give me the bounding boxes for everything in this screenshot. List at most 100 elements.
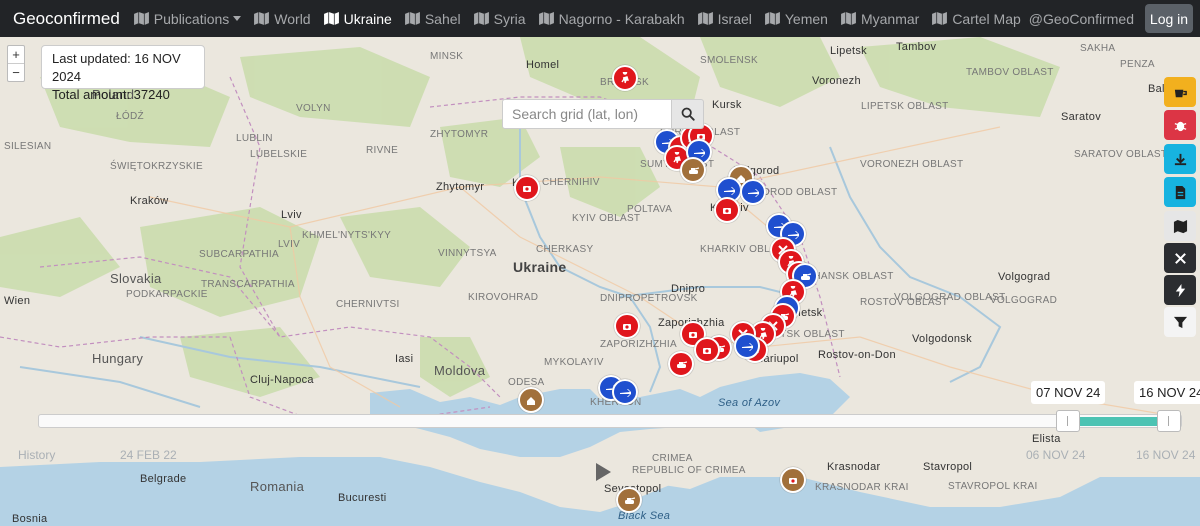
twitter-handle-link[interactable]: @GeoConfirmed bbox=[1029, 0, 1134, 37]
map-label-region: CHERNIHIV bbox=[542, 177, 600, 188]
search-grid-input[interactable] bbox=[502, 99, 672, 129]
nav-item-israel[interactable]: Israel bbox=[697, 10, 752, 27]
event-marker[interactable] bbox=[680, 157, 706, 183]
nav-item-sahel[interactable]: Sahel bbox=[404, 10, 461, 27]
map-label-citie: Homel bbox=[526, 59, 560, 71]
nav-item-label: Sahel bbox=[424, 10, 461, 27]
event-marker[interactable] bbox=[694, 337, 720, 363]
nav-item-label: Yemen bbox=[784, 10, 828, 27]
nav-item-myanmar[interactable]: Myanmar bbox=[841, 11, 919, 27]
timeline-axis-from: 06 NOV 24 bbox=[1026, 448, 1086, 462]
map-label-citie: Voronezh bbox=[812, 75, 861, 87]
toolbar-bug-button[interactable] bbox=[1164, 110, 1196, 140]
map-label-citie: Saratov bbox=[1061, 111, 1102, 123]
nav-item-label: Ukraine bbox=[343, 10, 392, 27]
bug-icon bbox=[1174, 121, 1186, 131]
map-label-region: LUBELSKIE bbox=[250, 149, 308, 160]
event-marker[interactable] bbox=[518, 387, 544, 413]
cam-icon bbox=[723, 208, 731, 214]
map-label-citie: Zhytomyr bbox=[436, 181, 485, 193]
map-label-region: TAMBOV OBLAST bbox=[966, 67, 1054, 78]
nav-item-label: Nagorno - Karabakh bbox=[558, 10, 685, 27]
search-grid bbox=[502, 99, 704, 129]
map-label-citie: Volgodonsk bbox=[912, 333, 972, 345]
toolbar-map-button[interactable] bbox=[1164, 211, 1196, 241]
map-label-citie: Stavropol bbox=[923, 461, 973, 473]
map-icon bbox=[1173, 219, 1187, 233]
nav-item-ukraine[interactable]: Ukraine bbox=[323, 10, 392, 27]
nav-item-nagorno-karabakh[interactable]: Nagorno - Karabakh bbox=[538, 10, 685, 27]
map-label-countrie: Romania bbox=[250, 479, 305, 494]
timeline-start-handle[interactable] bbox=[1056, 410, 1080, 432]
nav-item-label: Syria bbox=[493, 10, 526, 27]
map-icon bbox=[473, 12, 489, 25]
map-label-region: KHMEL'NYTS'KYY bbox=[302, 230, 392, 241]
brand-logo[interactable]: Geoconfirmed bbox=[13, 9, 120, 29]
download-icon bbox=[1174, 153, 1186, 165]
map-label-region: CRIMEA bbox=[652, 453, 693, 464]
event-marker[interactable] bbox=[740, 179, 766, 205]
plane-icon bbox=[748, 189, 759, 197]
event-marker[interactable] bbox=[612, 65, 638, 91]
toolbar-download-button[interactable] bbox=[1164, 144, 1196, 174]
login-button[interactable]: Log in bbox=[1145, 4, 1193, 33]
play-icon[interactable] bbox=[596, 463, 611, 481]
lightning-icon bbox=[1175, 283, 1185, 297]
nav-item-yemen[interactable]: Yemen bbox=[764, 10, 828, 27]
map-label-region: CHERNIVTSI bbox=[336, 299, 400, 310]
nav-item-world[interactable]: World bbox=[254, 11, 311, 27]
toolbar-file-button[interactable] bbox=[1164, 177, 1196, 207]
event-marker[interactable] bbox=[714, 197, 740, 223]
event-marker[interactable] bbox=[616, 487, 642, 513]
timeline-axis-history: History bbox=[18, 448, 56, 462]
event-marker[interactable] bbox=[612, 379, 638, 405]
event-marker[interactable] bbox=[668, 351, 694, 377]
cam-icon bbox=[703, 348, 711, 354]
zoom-out-button[interactable]: − bbox=[8, 63, 24, 81]
toolbar-coffee-button[interactable] bbox=[1164, 77, 1196, 107]
map-label-region: RIVNE bbox=[366, 145, 399, 156]
map-icon bbox=[932, 12, 948, 25]
search-button[interactable] bbox=[672, 99, 704, 129]
plane-icon bbox=[724, 187, 735, 195]
map-label-citie: Wien bbox=[4, 295, 31, 307]
total-amount-text: Total amount: 37240 bbox=[52, 87, 170, 102]
map-label-region: REPUBLIC OF CRIMEA bbox=[632, 465, 746, 476]
map-label-region: LIPETSK OBLAST bbox=[861, 101, 949, 112]
timeline-track[interactable] bbox=[38, 414, 1182, 428]
plane-icon bbox=[742, 343, 753, 351]
event-marker[interactable] bbox=[514, 175, 540, 201]
event-marker[interactable] bbox=[614, 313, 640, 339]
map-icon bbox=[697, 12, 713, 25]
nav-item-label: Cartel Map bbox=[952, 10, 1021, 27]
event-marker[interactable] bbox=[734, 333, 760, 359]
plane-icon bbox=[620, 389, 631, 397]
timeline-end-tooltip: 16 NOV 24 bbox=[1134, 381, 1200, 404]
nav-item-publications[interactable]: Publications bbox=[133, 10, 242, 27]
nav-item-label: Publications bbox=[153, 10, 230, 27]
toolbar-crossed-tools-button[interactable] bbox=[1164, 243, 1196, 273]
map-label-region: KIROVOHRAD bbox=[468, 292, 539, 303]
nav-item-label: Israel bbox=[717, 10, 752, 27]
map-label-region: VOLGOGRAD OBLAST bbox=[894, 292, 1006, 303]
toolbar-filter-button[interactable] bbox=[1164, 307, 1196, 337]
map-label-region: MYKOLAYIV bbox=[544, 357, 604, 368]
map-label-citie: Krasnodar bbox=[827, 461, 881, 473]
map-icon bbox=[254, 12, 270, 25]
house-icon bbox=[527, 397, 535, 405]
map-label-region: LUBLIN bbox=[236, 133, 273, 144]
map-label-citie: Rostov-on-Don bbox=[818, 349, 896, 361]
timeline-end-handle[interactable] bbox=[1157, 410, 1181, 432]
map-label-citie: Kursk bbox=[712, 99, 742, 111]
nav-item-cartel-map[interactable]: Cartel Map bbox=[932, 10, 1021, 27]
event-marker[interactable] bbox=[780, 467, 806, 493]
zoom-in-button[interactable]: + bbox=[8, 46, 24, 63]
map-view[interactable]: Poland Ukraine Slovakia Hungary Moldova Roman… bbox=[0, 37, 1200, 526]
map-label-region: KYIV OBLAST bbox=[572, 213, 641, 224]
nav-item-syria[interactable]: Syria bbox=[473, 10, 526, 27]
map-label-region: DNIPROPETROVSK bbox=[600, 293, 698, 304]
file-icon bbox=[1175, 185, 1185, 199]
map-label-region: CHERKASY bbox=[536, 244, 594, 255]
toolbar-lightning-button[interactable] bbox=[1164, 275, 1196, 305]
map-label-region: PENZA bbox=[1120, 59, 1155, 70]
